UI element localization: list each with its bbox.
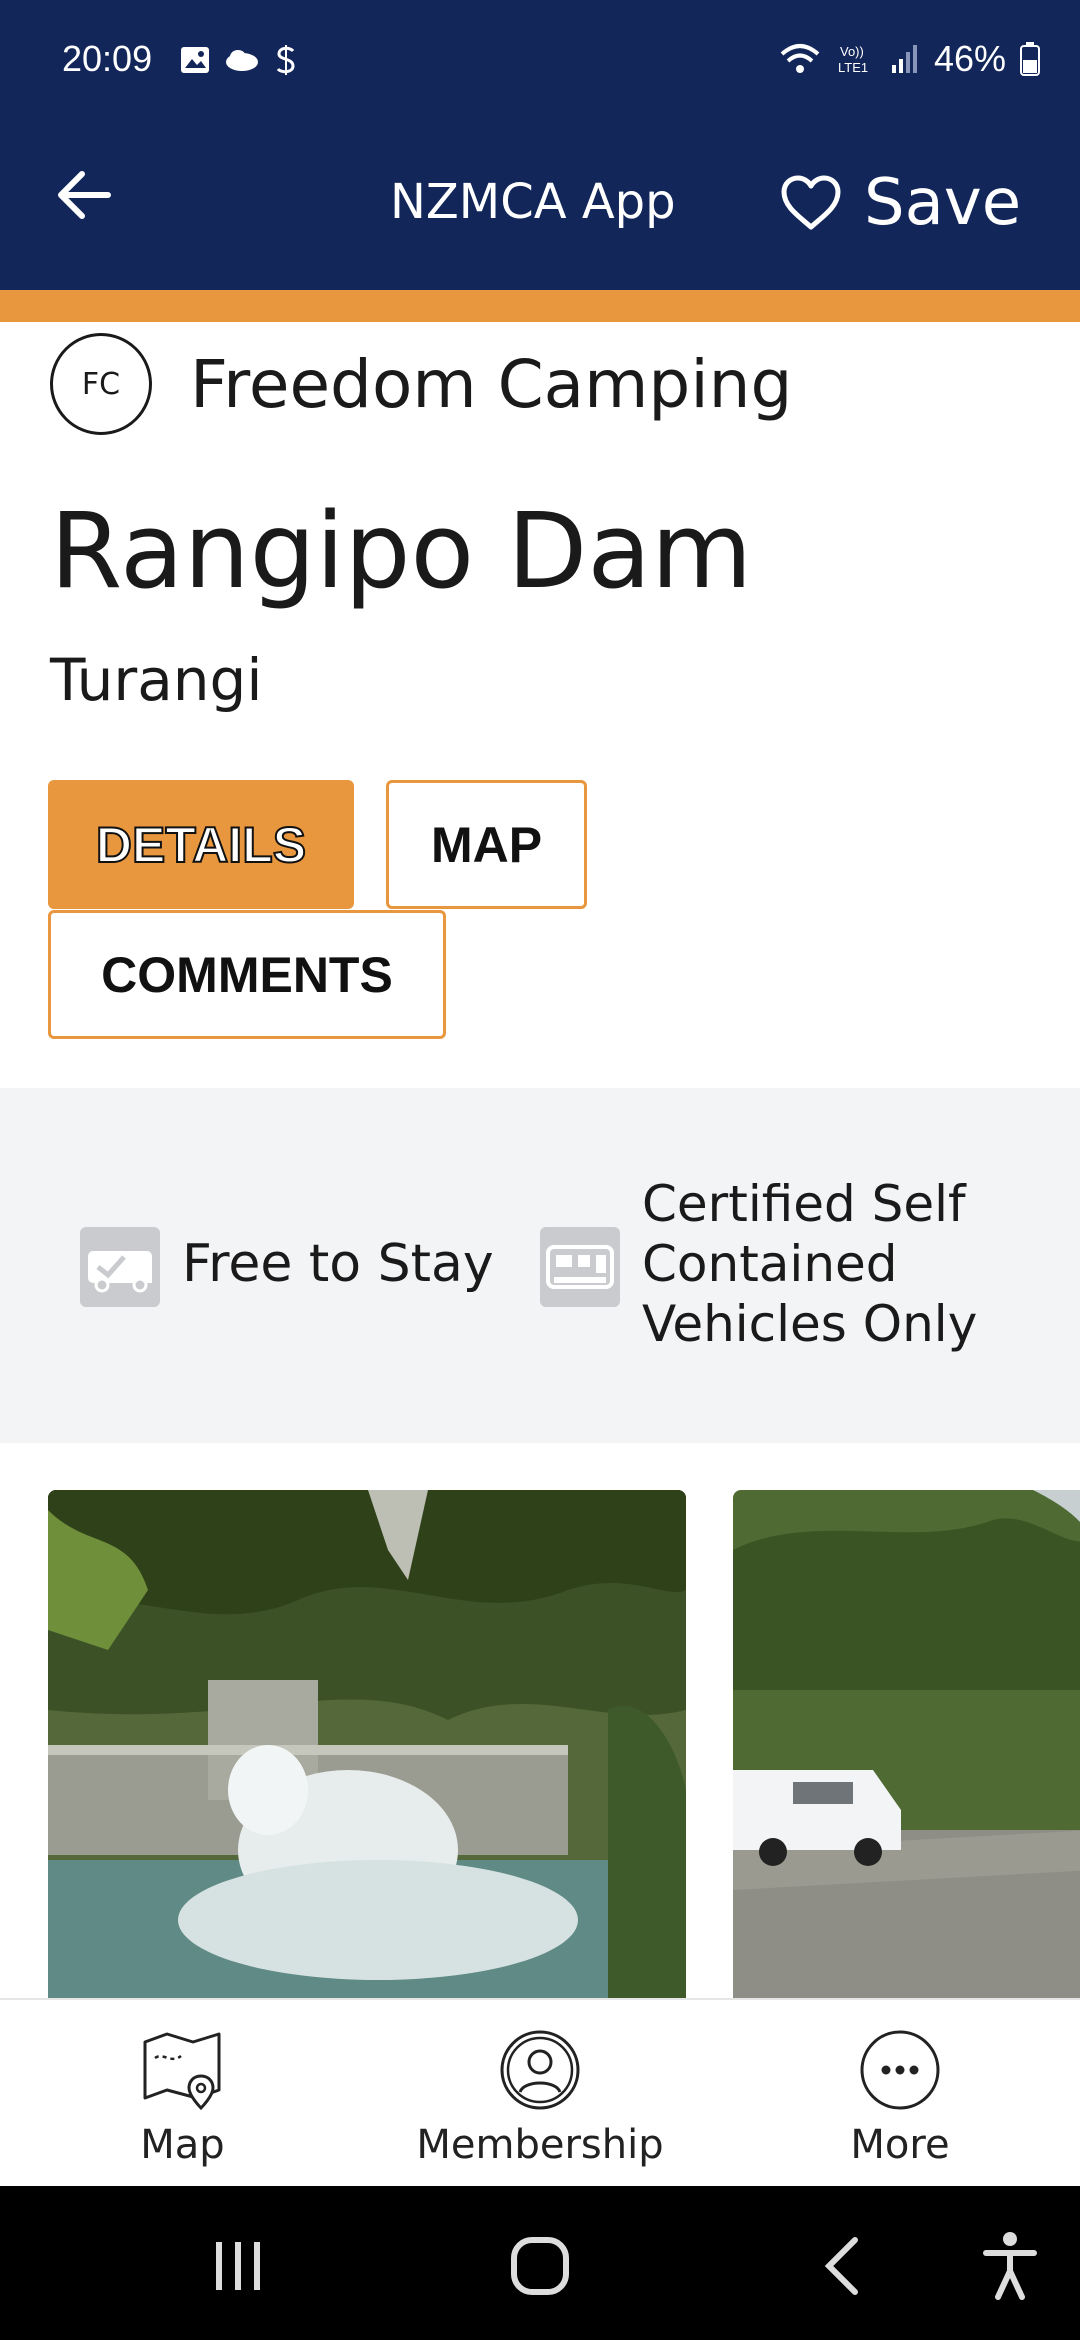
category-row: FC Freedom Camping xyxy=(50,333,792,435)
recent-apps-button[interactable] xyxy=(198,2226,278,2306)
nav-membership[interactable]: Membership xyxy=(400,2028,680,2168)
status-notification-icons xyxy=(180,44,298,76)
back-button[interactable] xyxy=(50,160,120,230)
nav-map-label: Map xyxy=(140,2122,225,2168)
category-label: Freedom Camping xyxy=(190,345,793,423)
place-region: Turangi xyxy=(50,646,263,714)
accessibility-button[interactable] xyxy=(970,2226,1050,2306)
signal-icon xyxy=(891,45,917,73)
more-dots-icon xyxy=(860,2030,940,2110)
category-badge: FC xyxy=(50,333,152,435)
wifi-icon xyxy=(780,44,820,73)
person-circle-icon xyxy=(500,2030,580,2110)
volte-icon: Vo))LTE1 xyxy=(838,44,868,75)
app-title: NZMCA App xyxy=(390,174,676,230)
tab-map[interactable]: MAP xyxy=(386,780,587,909)
tab-details[interactable]: DETAILS xyxy=(48,780,354,909)
svg-text:LTE1: LTE1 xyxy=(838,60,868,75)
nav-more-label: More xyxy=(850,2122,950,2168)
tab-comments[interactable]: COMMENTS xyxy=(48,910,446,1039)
bottom-navigation: Map Membership More xyxy=(0,1998,1080,2186)
nav-membership-label: Membership xyxy=(416,2122,664,2168)
campervan-check-icon xyxy=(80,1227,160,1307)
chevron-left-icon xyxy=(824,2237,858,2295)
s-icon xyxy=(276,45,295,75)
back-arrow-icon xyxy=(58,171,111,219)
image-icon xyxy=(181,47,209,73)
self-contained-van-icon xyxy=(540,1227,620,1307)
status-system-icons: Vo)) LTE1 46% xyxy=(778,38,1040,80)
status-time: 20:09 xyxy=(62,38,153,79)
nav-map[interactable]: Map xyxy=(100,2028,265,2168)
svg-text:Vo)): Vo)) xyxy=(840,44,864,59)
save-button[interactable]: Save xyxy=(780,166,1021,240)
home-button[interactable] xyxy=(500,2226,580,2306)
page-title: Rangipo Dam xyxy=(50,490,753,612)
save-label: Save xyxy=(864,166,1022,240)
feature-self-contained: Certified Self Contained Vehicles Only xyxy=(642,1175,978,1353)
campervan-gravel-photo[interactable] xyxy=(733,1490,1080,1998)
battery-percent: 46% xyxy=(933,38,1006,79)
app-bar: NZMCA App Save xyxy=(0,100,1080,290)
feature-free-to-stay: Free to Stay xyxy=(182,1234,494,1294)
dam-spillway-photo[interactable] xyxy=(48,1490,686,1998)
accessibility-icon xyxy=(983,2232,1037,2300)
system-navigation-bar xyxy=(0,2186,1080,2340)
nav-more[interactable]: More xyxy=(810,2028,990,2168)
cloud-icon xyxy=(226,50,258,71)
status-bar: 20:09 Vo)) LTE1 46% xyxy=(0,0,1080,100)
battery-icon xyxy=(1020,42,1040,76)
home-icon xyxy=(511,2237,569,2295)
accent-strip xyxy=(0,290,1080,322)
map-pin-icon xyxy=(143,2032,220,2111)
system-back-button[interactable] xyxy=(802,2226,882,2306)
heart-icon xyxy=(781,175,841,230)
recent-apps-icon xyxy=(216,2242,260,2290)
